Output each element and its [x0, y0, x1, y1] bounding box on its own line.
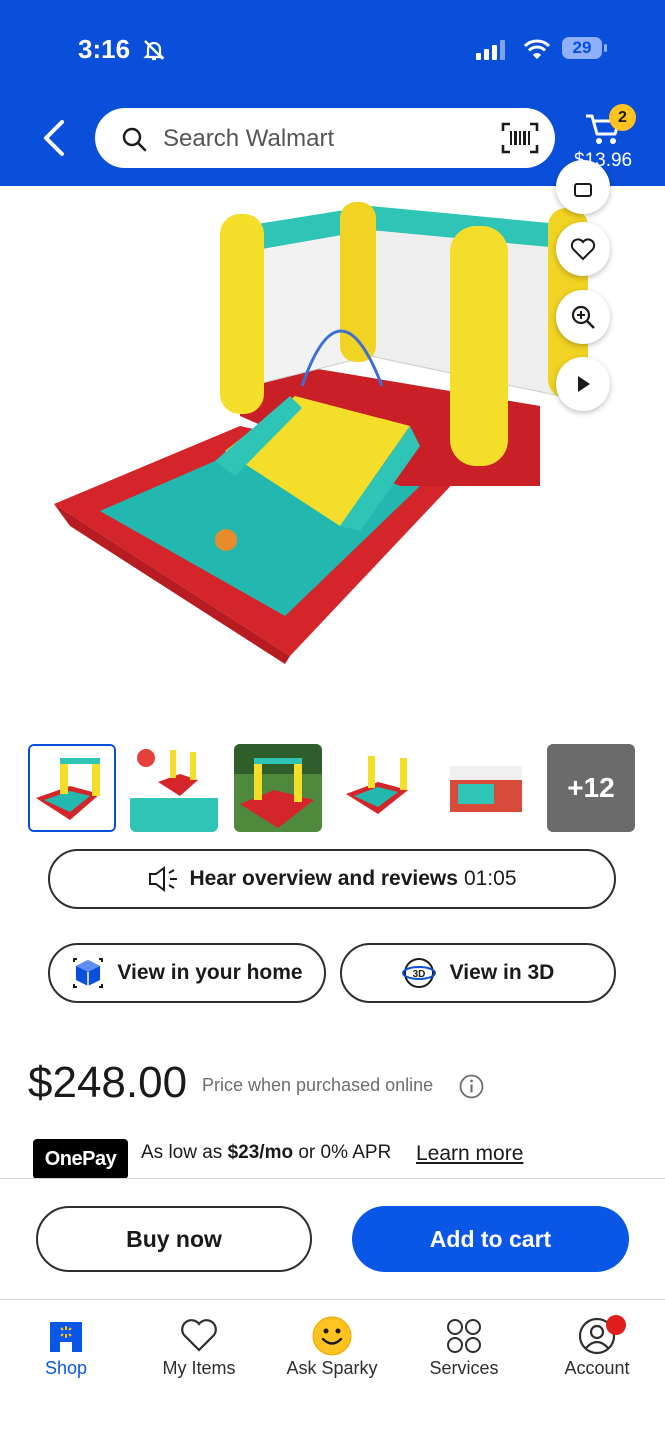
onepay-amount: $23/mo	[227, 1142, 294, 1163]
thumbnail[interactable]	[130, 744, 218, 832]
search-bar[interactable]: Search Walmart	[95, 108, 555, 168]
more-images-count: +12	[567, 772, 615, 803]
share-button[interactable]	[556, 160, 610, 214]
barcode-scanner-icon[interactable]	[501, 122, 539, 154]
more-images-thumbnail[interactable]: +12	[547, 744, 635, 832]
tab-shop[interactable]: Shop	[6, 1316, 126, 1386]
onepay-prefix: As low as	[141, 1142, 228, 1163]
svg-text:3D: 3D	[412, 969, 425, 980]
heart-icon	[181, 1319, 217, 1352]
product-price: $248.00	[28, 1058, 188, 1107]
notification-dot	[606, 1315, 626, 1335]
tab-services-label: Services	[429, 1358, 499, 1378]
share-icon	[574, 183, 592, 197]
product-image[interactable]	[40, 186, 600, 706]
view-in-home-button[interactable]: View in your home	[48, 943, 326, 1003]
thumbnail[interactable]	[442, 744, 530, 832]
services-grid-icon	[447, 1319, 481, 1353]
battery-tip	[604, 44, 607, 52]
ar-cube-icon	[73, 958, 104, 988]
tab-account[interactable]: Account	[537, 1316, 657, 1386]
onepay-logo: OnePay	[33, 1139, 128, 1179]
status-time: 3:16	[78, 34, 131, 64]
thumbnail-image	[234, 744, 322, 832]
thumbnail-image	[30, 746, 114, 830]
hear-overview-button[interactable]: Hear overview and reviews 01:05	[48, 849, 616, 909]
3d-view-icon: 3D	[401, 958, 436, 988]
wifi-icon	[524, 39, 550, 59]
view-in-3d-label: View in 3D	[449, 961, 555, 984]
tab-my-items[interactable]: My Items	[139, 1316, 259, 1386]
add-to-cart-button[interactable]: Add to cart	[352, 1206, 629, 1272]
price-note: Price when purchased online	[202, 1075, 434, 1095]
thumbnail-image	[442, 744, 530, 832]
cart-count-badge: 2	[609, 104, 636, 131]
view-in-3d-button[interactable]: 3D View in 3D	[340, 943, 616, 1003]
back-arrow-icon[interactable]	[36, 118, 72, 158]
thumbnail[interactable]	[234, 744, 322, 832]
buy-now-button[interactable]: Buy now	[36, 1206, 312, 1272]
app-header: 3:16 29 Search Walmart 2 $13.96	[0, 0, 665, 186]
tab-my-items-label: My Items	[162, 1358, 236, 1378]
search-placeholder[interactable]: Search Walmart	[163, 125, 334, 153]
tab-services[interactable]: Services	[404, 1316, 524, 1386]
divider	[0, 1299, 665, 1300]
tab-account-label: Account	[564, 1358, 630, 1378]
speaker-icon	[149, 866, 178, 892]
heart-icon	[570, 238, 596, 261]
cell-signal-icon	[476, 40, 505, 60]
battery-indicator: 29	[562, 37, 602, 59]
tab-ask-sparky-label: Ask Sparky	[286, 1358, 378, 1378]
onepay-offer: As low as $23/mo or 0% APR	[141, 1142, 391, 1164]
sparky-face-icon	[312, 1316, 352, 1356]
divider	[0, 1178, 665, 1179]
onepay-suffix: or 0% APR	[293, 1142, 392, 1163]
search-icon	[122, 127, 147, 152]
tab-shop-label: Shop	[44, 1358, 88, 1378]
tab-ask-sparky[interactable]: Ask Sparky	[272, 1316, 392, 1386]
thumbnail[interactable]	[28, 744, 116, 832]
shop-icon	[50, 1322, 82, 1352]
learn-more-link[interactable]: Learn more	[416, 1142, 523, 1166]
silent-bell-icon	[143, 40, 165, 61]
thumbnail[interactable]	[338, 744, 426, 832]
play-icon	[578, 376, 590, 392]
thumbnail-image	[130, 744, 218, 832]
thumbnail-image	[338, 744, 426, 832]
favorite-button[interactable]	[556, 222, 610, 276]
battery-level: 29	[572, 38, 592, 57]
info-icon[interactable]	[459, 1074, 484, 1099]
hear-overview-duration: 01:05	[463, 867, 517, 890]
hear-overview-label: Hear overview and reviews	[189, 867, 458, 890]
play-video-button[interactable]	[556, 357, 610, 411]
zoom-button[interactable]	[556, 290, 610, 344]
zoom-in-icon	[571, 305, 595, 329]
view-in-home-label: View in your home	[117, 961, 303, 984]
